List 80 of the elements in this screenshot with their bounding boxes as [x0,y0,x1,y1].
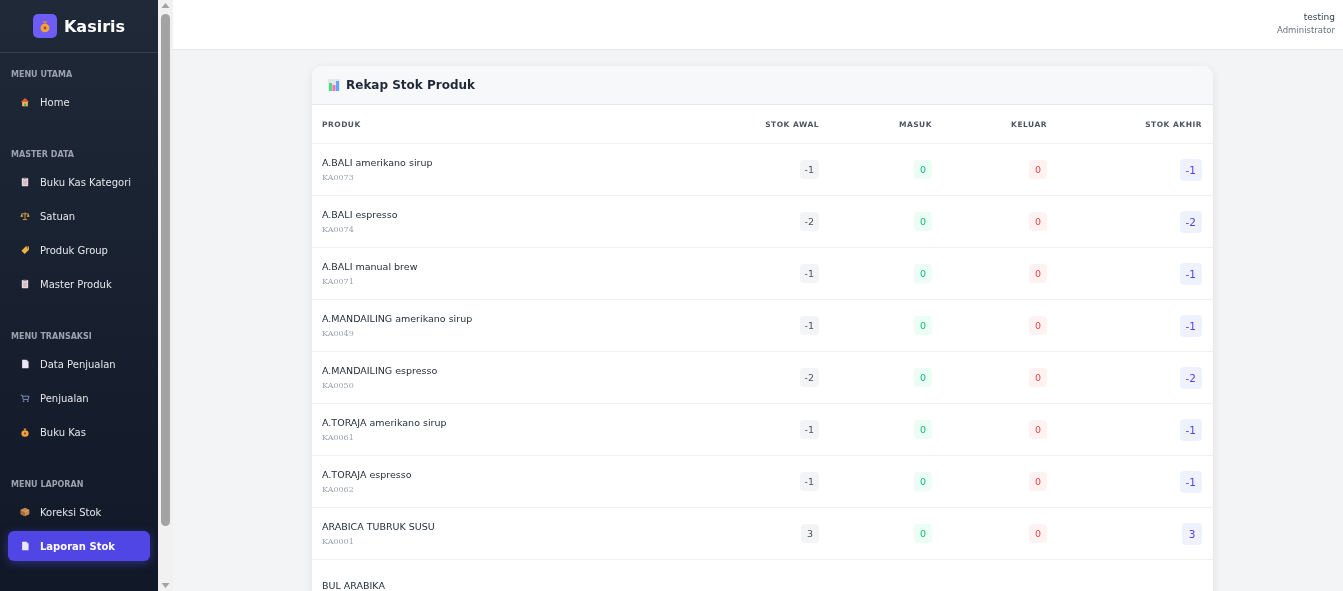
stock-value: 0 [914,524,932,543]
product-name: A.TORAJA espresso [322,469,413,480]
scrollbar[interactable] [158,0,173,591]
stock-value: 0 [914,472,932,491]
scale-icon [20,211,30,221]
stock-value: 0 [914,160,932,179]
cart-icon [20,393,30,403]
tag-icon [20,245,30,255]
stock-value: -2 [799,212,819,231]
house-icon [20,97,30,107]
stock-value: 0 [1029,472,1047,491]
product-name: A.BALI amerikano sirup [322,157,434,168]
product-code: KA0074 [322,225,355,234]
stock-value: 0 [914,368,932,387]
document-icon [20,541,30,551]
stock-value: 3 [801,524,819,543]
stock-value: -2 [1179,210,1202,233]
sidebar-item[interactable]: Master Produk [8,269,150,299]
user-role: Administrator [1277,25,1335,35]
stock-value: -1 [1179,418,1202,441]
product-code: KA0001 [322,537,355,546]
clipboard-icon [20,177,30,187]
section-title: MASTER DATA [10,149,76,161]
stock-value: -1 [799,316,819,335]
product-name: A.MANDAILING espresso [322,365,439,376]
stock-value: 0 [1029,212,1047,231]
product-name: BUL ARABIKA [322,580,386,591]
product-code: KA0062 [322,485,355,494]
section-title: MENU LAPORAN [10,479,85,491]
stock-value: 3 [1182,522,1202,545]
stock-value: 0 [1029,264,1047,283]
product-name: A.TORAJA amerikano sirup [322,417,448,428]
stock-value: 0 [1029,160,1047,179]
bar-chart-icon [328,79,340,91]
box-icon [20,507,30,517]
sidebar-item[interactable]: Penjualan [8,383,150,413]
sidebar-item[interactable]: Buku Kas Kategori [8,167,150,197]
stock-value: -2 [799,368,819,387]
stock-value: 0 [1029,524,1047,543]
sidebar-item[interactable]: Satuan [8,201,150,231]
sidebar-item[interactable]: Buku Kas [8,417,150,447]
sidebar-item[interactable]: Home [8,87,150,117]
stock-value: 0 [1029,368,1047,387]
product-code: KA0050 [322,381,355,390]
stock-value: -1 [799,264,819,283]
sidebar-item[interactable]: Data Penjualan [8,349,150,379]
clipboard-icon [20,279,30,289]
section-title: MENU TRANSAKSI [10,331,93,343]
money-bag-icon [20,427,30,437]
sidebar-item[interactable]: Koreksi Stok [8,497,150,527]
product-name: ARABICA TUBRUK SUSU [322,521,436,532]
stock-value: 0 [914,316,932,335]
stock-value: -1 [1179,158,1202,181]
stock-value: 0 [1029,316,1047,335]
product-code: KA0061 [322,433,355,442]
money-bag-logo-icon [32,14,57,38]
user-name: testing [1303,12,1335,22]
section-title: MENU UTAMA [10,69,74,81]
product-code: KA0071 [322,277,355,286]
stock-value: -1 [799,160,819,179]
document-icon [20,359,30,369]
sidebar-item[interactable]: Laporan Stok [8,531,150,561]
product-name: A.BALI manual brew [322,261,419,272]
stock-value: 0 [1029,420,1047,439]
card-title: Rekap Stok Produk [346,78,476,92]
product-code: KA0049 [322,329,355,338]
brand-name: Kasiris [63,16,126,36]
stock-value: -1 [799,472,819,491]
sidebar-item[interactable]: Produk Group [8,235,150,265]
stock-value: 0 [914,212,932,231]
stock-value: -1 [1179,470,1202,493]
stock-value: -1 [799,420,819,439]
stock-value: 0 [914,420,932,439]
stock-value: -1 [1179,314,1202,337]
stock-value: -1 [1179,262,1202,285]
product-name: A.BALI espresso [322,209,399,220]
product-name: A.MANDAILING amerikano sirup [322,313,474,324]
stock-value: -2 [1179,366,1202,389]
stock-value: 0 [914,264,932,283]
product-code: KA0073 [322,173,355,182]
